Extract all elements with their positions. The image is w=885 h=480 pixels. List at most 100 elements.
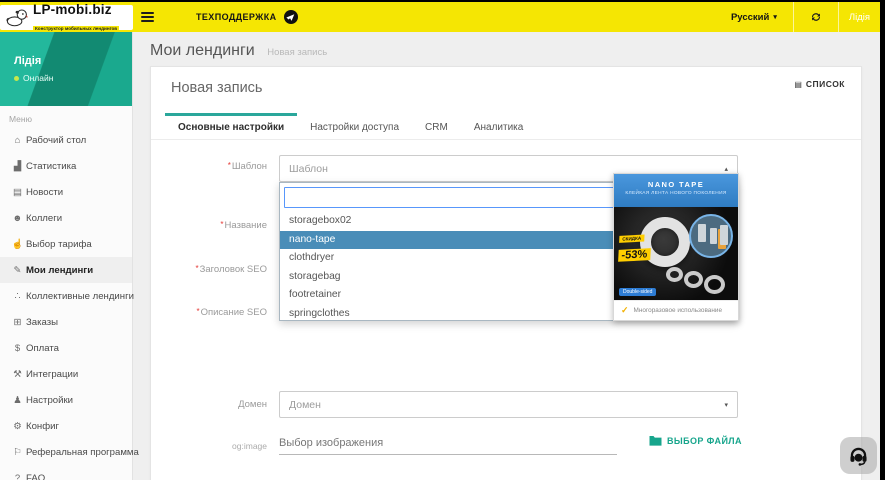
list-button[interactable]: ▤ СПИСОК [794, 79, 845, 89]
chevron-down-icon: ▾ [773, 14, 777, 21]
sidebar-item-label: Коллеги [26, 212, 63, 224]
og-image-input[interactable]: Выбор изображения [279, 430, 617, 455]
og-image-field-label: og:image [232, 441, 267, 451]
preview-caption: Double-sided [619, 288, 657, 296]
refresh-icon [811, 13, 820, 21]
tab-crm[interactable]: CRM [412, 113, 461, 139]
app-window: LP-mobi.biz Конструктор мобильных лендин… [0, 2, 880, 480]
dog-logo-icon [6, 9, 28, 27]
chevron-down-icon: ▾ [724, 401, 728, 409]
list-button-label: СПИСОК [805, 79, 845, 89]
integrations-icon: ⚒ [13, 368, 22, 380]
seo-description-field-label: *Описание SEO [196, 307, 267, 318]
support-chat-widget[interactable] [840, 437, 877, 474]
preview-footer: ✓ Многоразовое использование [614, 300, 738, 319]
sidebar-item-dashboard[interactable]: ⌂ Рабочий стол [0, 127, 132, 153]
sidebar-item-config[interactable]: ⚙ Конфиг [0, 413, 132, 439]
sidebar-item-integrations[interactable]: ⚒ Интеграции [0, 361, 132, 387]
tape-ring-graphic [666, 267, 683, 282]
main-area: Мои лендинги Новая запись Новая запись ▤… [133, 32, 880, 480]
seo-title-field-label: *Заголовок SEO [195, 264, 268, 275]
preview-inset-circle [689, 214, 733, 258]
tab-analytics[interactable]: Аналитика [461, 113, 537, 139]
sidebar-item-tariff[interactable]: ☝ Выбор тарифа [0, 231, 132, 257]
colleagues-icon: ☻ [12, 212, 23, 224]
sidebar-item-settings[interactable]: ♟ Настройки [0, 387, 132, 413]
config-icon: ⚙ [13, 420, 22, 432]
sidebar-item-label: Статистика [26, 160, 77, 172]
sidebar-item-label: Мои лендинги [26, 264, 94, 276]
og-image-placeholder: Выбор изображения [279, 437, 384, 449]
check-icon: ✓ [621, 304, 629, 315]
template-field-label: *Шаблон [227, 161, 267, 172]
sidebar-item-referral[interactable]: ⚐ Реферальная программа [0, 439, 139, 465]
sidebar-item-label: Выбор тарифа [26, 238, 92, 250]
sidebar-item-label: Коллективные лендинги [26, 290, 134, 302]
video-frame: LP-mobi.biz Конструктор мобильных лендин… [0, 0, 885, 480]
settings-icon: ♟ [13, 394, 22, 406]
support-label: ТЕХПОДДЕРЖКА [196, 12, 277, 22]
domain-select-placeholder: Домен [289, 398, 321, 411]
collective-landings-icon: ∴ [14, 290, 21, 302]
choose-file-label: ВЫБОР ФАЙЛА [667, 435, 742, 446]
language-dropdown[interactable]: Русский ▾ [715, 2, 793, 32]
news-icon: ▤ [13, 186, 22, 198]
tab-access-settings[interactable]: Настройки доступа [297, 113, 412, 139]
tape-ring-graphic [684, 271, 703, 288]
sidebar-item-news[interactable]: ▤ Новости [0, 179, 132, 205]
tab-main-settings[interactable]: Основные настройки [165, 113, 298, 139]
topbar-username[interactable]: Лідія [839, 2, 880, 32]
support-button[interactable]: ТЕХПОДДЕРЖКА [196, 2, 298, 32]
sidebar-item-payment[interactable]: $ Оплата [0, 335, 132, 361]
telegram-icon [283, 10, 298, 24]
chevron-up-icon: ▴ [724, 165, 728, 173]
status-label: Онлайн [23, 73, 54, 83]
tab-bar: Основные настройки Настройки доступа CRM Ан… [151, 113, 861, 140]
sidebar-item-statistics[interactable]: ▟ Статистика [0, 153, 132, 179]
orders-icon: ⊞ [13, 316, 22, 328]
sidebar: Лідія Онлайн Меню ⌂ Рабочий стол ▟ Статисти… [0, 32, 139, 480]
required-mark: * [227, 161, 231, 170]
payment-icon: $ [14, 342, 21, 354]
sidebar-item-label: Реферальная программа [26, 446, 139, 458]
domain-select[interactable]: Домен ▾ [279, 391, 738, 418]
folder-icon [649, 436, 662, 446]
statistics-icon: ▟ [13, 160, 22, 172]
template-preview-tooltip: NANO TAPE КЛЕЙКАЯ ЛЕНТА НОВОГО ПОКОЛЕНИЯ… [613, 173, 739, 321]
sidebar-item-faq[interactable]: ? FAQ [0, 465, 132, 480]
logo-title: LP-mobi.biz [33, 2, 112, 17]
sidebar-item-label: Заказы [26, 316, 59, 328]
hamburger-menu-icon[interactable] [141, 12, 154, 25]
faq-icon: ? [14, 472, 21, 480]
page-title: Мои лендинги [150, 42, 255, 59]
sidebar-item-orders[interactable]: ⊞ Заказы [0, 309, 132, 335]
breadcrumb: Мои лендинги Новая запись [150, 42, 327, 60]
topbar: LP-mobi.biz Конструктор мобильных лендин… [0, 2, 880, 33]
preview-feature-text: Многоразовое использование [633, 306, 722, 314]
preview-header: NANO TAPE КЛЕЙКАЯ ЛЕНТА НОВОГО ПОКОЛЕНИЯ [614, 174, 738, 207]
sidebar-item-label: FAQ [26, 472, 46, 480]
sidebar-item-my-landings[interactable]: ✎ Мои лендинги [0, 257, 132, 283]
discount-badge: СКИДКА -53% [618, 226, 652, 264]
sidebar-item-colleagues[interactable]: ☻ Коллеги [0, 205, 132, 231]
sidebar-user-panel: Лідія Онлайн [0, 32, 132, 106]
preview-subtitle: КЛЕЙКАЯ ЛЕНТА НОВОГО ПОКОЛЕНИЯ [625, 191, 727, 196]
refresh-button[interactable] [794, 2, 838, 32]
preview-title: NANO TAPE [647, 180, 705, 189]
sidebar-item-label: Новости [26, 186, 64, 198]
sidebar-item-label: Оплата [26, 342, 60, 354]
sidebar-item-collective-landings[interactable]: ∴ Коллективные лендинги [0, 283, 134, 309]
sidebar-item-label: Интеграции [26, 368, 79, 380]
language-label: Русский [730, 11, 770, 23]
logo[interactable]: LP-mobi.biz Конструктор мобильных лендин… [0, 2, 133, 33]
my-landings-icon: ✎ [13, 264, 22, 276]
list-icon: ▤ [794, 79, 802, 89]
breadcrumb-sub: Новая запись [267, 47, 328, 58]
sidebar-user-status: Онлайн [14, 73, 53, 83]
sidebar-user-name: Лідія [14, 55, 42, 67]
tape-ring-graphic [704, 275, 725, 294]
new-record-card: Новая запись ▤ СПИСОК Основные настройки… [150, 66, 862, 480]
choose-file-button[interactable]: ВЫБОР ФАЙЛА [649, 435, 742, 446]
tariff-icon: ☝ [11, 238, 24, 250]
online-status-dot [14, 75, 19, 81]
